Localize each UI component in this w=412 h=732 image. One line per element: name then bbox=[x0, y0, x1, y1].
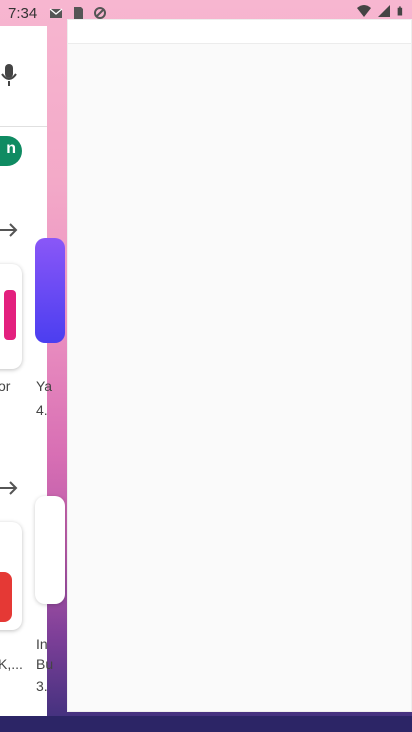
app-card[interactable]: S bbox=[0, 522, 22, 630]
arrow-right-icon[interactable] bbox=[0, 480, 20, 496]
app-card-label: or bbox=[0, 378, 11, 394]
arrow-right-icon[interactable] bbox=[0, 222, 20, 238]
app-rating-label: 4. bbox=[36, 402, 48, 418]
app-card[interactable] bbox=[0, 264, 22, 369]
status-time: 7:34 bbox=[8, 4, 38, 22]
system-icons bbox=[357, 4, 406, 18]
install-button-label: n bbox=[6, 140, 16, 157]
app-card[interactable] bbox=[35, 496, 65, 604]
signal-icon bbox=[378, 5, 390, 17]
app-icon bbox=[4, 290, 16, 340]
status-bar: 7:34 bbox=[0, 0, 412, 26]
battery-icon bbox=[397, 6, 403, 16]
app-icon-red: S bbox=[0, 572, 12, 622]
notification-icons bbox=[49, 6, 107, 20]
sync-icon bbox=[94, 7, 107, 19]
install-button[interactable]: n bbox=[0, 136, 22, 166]
app-name-line2: Bu bbox=[36, 656, 54, 672]
app-name-label: Ya bbox=[36, 378, 53, 394]
divider bbox=[0, 126, 47, 127]
sd-card-icon bbox=[74, 7, 84, 19]
app-name-line1: In bbox=[36, 636, 48, 652]
microphone-icon[interactable] bbox=[0, 62, 20, 88]
app-card-label: K,... bbox=[0, 656, 23, 672]
foreground-app-window[interactable] bbox=[67, 19, 412, 712]
gmail-icon bbox=[49, 8, 63, 18]
app-rating-line: 3. bbox=[36, 678, 48, 694]
app-icon-purple[interactable] bbox=[35, 238, 65, 343]
wifi-icon bbox=[357, 5, 371, 17]
navigation-bar bbox=[0, 716, 412, 732]
background-app-panel[interactable]: n or S K,... bbox=[0, 26, 47, 716]
